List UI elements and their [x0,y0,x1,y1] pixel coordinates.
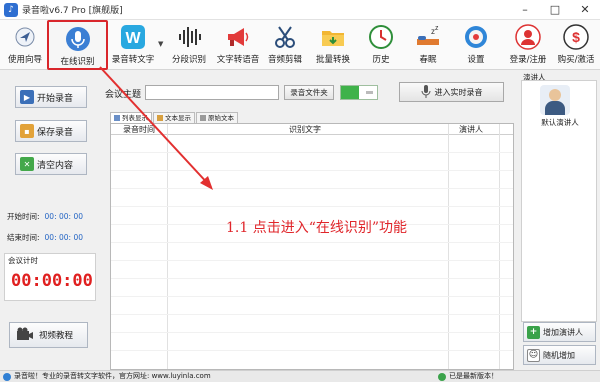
check-icon [438,372,446,381]
toolbar-batch-convert[interactable]: 批量转换 [311,20,355,70]
toolbar-sleep[interactable]: zz 春眠 [410,20,446,70]
view-tabs: 列表显示 文本显示 原始文本 [110,112,239,123]
megaphone-icon [224,23,252,51]
document-icon [200,115,206,121]
start-time: 开始时间: 00: 00: 00 [7,212,83,221]
toolbar-login-register[interactable]: 登录/注册 [506,20,550,70]
scissors-icon [271,23,299,51]
status-left: 录音啦！专业的录音转文字软件，官方网址: www.luyinla.com [3,371,211,382]
text-icon [157,115,163,121]
toolbar-audio-to-text[interactable]: W 录音转文字 [110,20,156,70]
table-row [111,242,513,243]
end-time: 结束时间: 00: 00: 00 [7,233,83,242]
avatar-body [545,101,565,115]
start-record-button[interactable]: ▶ 开始录音 [15,86,87,108]
toolbar-purchase-activate[interactable]: $ 购买/激活 [554,20,598,70]
topic-label: 会议主题 [105,90,142,100]
camera-icon [16,327,34,344]
dollar-icon: $ [562,23,590,51]
column-header-text: 识别文字 [289,125,321,134]
tab-raw-text[interactable]: 原始文本 [196,112,238,123]
table-row [111,296,513,297]
waveform-icon [175,23,203,51]
main-toolbar: 使用向导 在线识别 W 录音转文字 ▼ 分段识别 文字转语音 音频剪辑 批量转换… [0,20,600,70]
table-row [111,350,513,351]
minimize-button[interactable]: – [510,0,540,20]
realtime-record-button[interactable]: 进入实时录音 [399,82,504,102]
chevron-down-icon[interactable]: ▼ [158,40,163,48]
microphone-icon [64,25,92,53]
table-row [111,332,513,333]
topic-input[interactable] [145,85,279,100]
toolbar-audio-edit[interactable]: 音频剪辑 [264,20,306,70]
recognition-toggle[interactable] [340,85,378,100]
window-title: 录音啦v6.7 Pro [旗舰版] [22,6,123,16]
sleep-icon: zz [414,23,442,51]
column-divider [448,124,449,369]
table-row [111,170,513,171]
close-button[interactable]: ✕ [570,0,600,20]
record-folder-button[interactable]: 录音文件夹 [284,85,334,100]
add-speaker-button[interactable]: + 增加演讲人 [523,322,596,342]
speaker-list: 默认演讲人 [521,80,597,322]
toggle-knob [341,86,359,99]
microphone-small-icon [421,84,431,100]
clear-icon: ✕ [20,157,34,171]
app-logo-icon: ♪ [4,2,18,17]
restore-button[interactable]: □ [540,0,570,20]
status-right: 已是最新版本！ [438,371,498,382]
column-header-time: 录音时间 [123,125,155,134]
speaker-panel: 演讲人 默认演讲人 + 增加演讲人 ☺ 随机增加 [519,70,600,370]
save-icon: ▪ [20,124,34,138]
toolbar-text-to-speech[interactable]: 文字转语音 [214,20,262,70]
title-bar: ♪ 录音啦v6.7 Pro [旗舰版] – □ ✕ [0,0,600,20]
toolbar-segment-recognition[interactable]: 分段识别 [168,20,210,70]
meeting-timer: 会议计时 00:00:00 [4,253,96,301]
tutorial-annotation: 1.1 点击进入“在线识别”功能 [226,220,408,236]
info-icon [3,372,11,381]
plus-icon: + [527,325,540,339]
toolbar-online-recognition[interactable]: 在线识别 [47,20,108,70]
svg-text:$: $ [572,29,580,45]
video-tutorial-button[interactable]: 视频教程 [9,322,88,348]
tab-list-view[interactable]: 列表显示 [110,112,152,123]
toolbar-settings[interactable]: 设置 [458,20,494,70]
status-bar: 录音啦！专业的录音转文字软件，官方网址: www.luyinla.com 已是最… [0,370,600,382]
svg-text:W: W [125,30,141,47]
table-row [111,260,513,261]
user-add-icon: ☺ [527,348,540,362]
history-clock-icon [367,23,395,51]
table-row [111,278,513,279]
clear-content-button[interactable]: ✕ 清空内容 [15,153,87,175]
w-logo-icon: W [119,23,147,51]
user-icon [514,23,542,51]
avatar[interactable] [540,85,570,115]
gear-icon [462,23,490,51]
list-icon [114,115,120,121]
avatar-head [549,89,561,101]
table-row [111,314,513,315]
main-area: 会议主题 录音文件夹 进入实时录音 列表显示 文本显示 原始文本 录音时间 识别… [103,76,516,370]
save-record-button[interactable]: ▪ 保存录音 [15,120,87,142]
column-header-speaker: 演讲人 [459,125,483,134]
tab-text-view[interactable]: 文本显示 [153,112,195,123]
table-row [111,152,513,153]
table-header: 录音时间 识别文字 演讲人 [111,124,513,135]
meeting-timer-value: 00:00:00 [11,271,93,291]
results-table[interactable]: 录音时间 识别文字 演讲人 1.1 点击进入“在线识别”功能 [110,123,514,370]
table-row [111,206,513,207]
column-divider [167,124,168,369]
table-row [111,188,513,189]
toolbar-history[interactable]: 历史 [363,20,399,70]
column-divider [499,124,500,369]
play-icon: ▶ [20,90,34,104]
random-add-button[interactable]: ☺ 随机增加 [523,345,596,365]
navigation-icon [11,23,39,51]
svg-text:z: z [435,25,439,32]
default-speaker-name: 默认演讲人 [541,118,579,127]
toggle-indicator [366,91,373,94]
folder-icon [319,23,347,51]
toolbar-guide[interactable]: 使用向导 [6,20,44,70]
